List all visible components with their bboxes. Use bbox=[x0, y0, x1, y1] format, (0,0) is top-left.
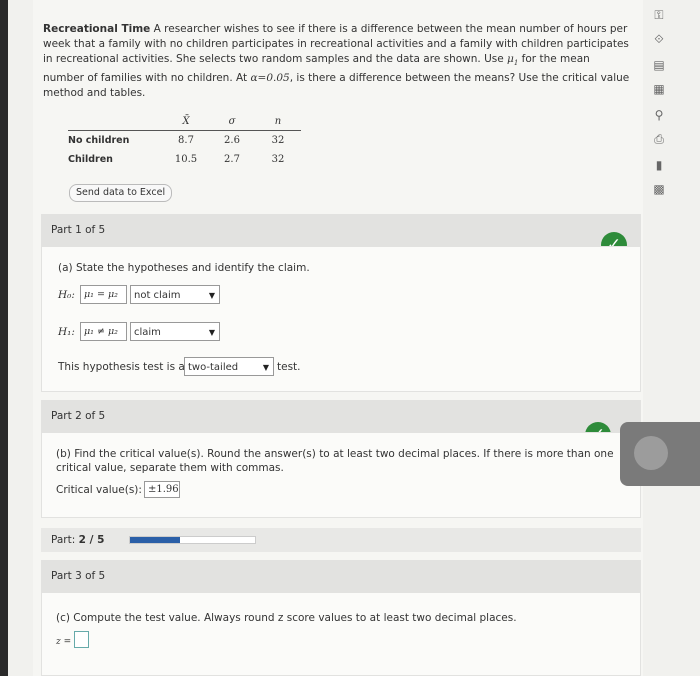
key-icon[interactable]: ⚿ bbox=[650, 6, 668, 24]
part1-question: (a) State the hypotheses and identify th… bbox=[58, 262, 310, 274]
progress-value: 2 / 5 bbox=[78, 534, 105, 546]
chevron-down-icon: ▼ bbox=[208, 328, 215, 337]
progress-label: Part: bbox=[51, 534, 76, 546]
progress-bar-row: Part: 2 / 5 bbox=[41, 528, 641, 552]
part3-body: (c) Compute the test value. Always round… bbox=[41, 592, 641, 676]
calculator-icon[interactable]: ▦ bbox=[650, 80, 668, 98]
send-to-excel-button[interactable]: Send data to Excel bbox=[69, 184, 173, 202]
critical-value-label: Critical value(s): bbox=[56, 484, 142, 496]
part2-header: Part 2 of 5 bbox=[41, 400, 641, 432]
assistive-touch-icon bbox=[634, 436, 668, 470]
eraser-icon[interactable]: ⟐ bbox=[650, 30, 668, 48]
floating-overlay-button[interactable] bbox=[620, 422, 700, 486]
part3-question: (c) Compute the test value. Always round… bbox=[56, 612, 517, 624]
alpha-value: α=0.05 bbox=[250, 72, 290, 85]
critical-value-answer[interactable]: ±1.96 bbox=[144, 481, 180, 498]
test-type-prefix: This hypothesis test is a bbox=[58, 361, 185, 373]
content-area: Recreational Time A researcher wishes to… bbox=[33, 0, 643, 676]
h0-label: H₀: bbox=[58, 289, 75, 301]
right-toolbar: ⚿ ⟐ ▤ ▦ ⚲ ⎙ ▮ ▩ bbox=[644, 0, 680, 200]
h1-expression-field[interactable]: μ₁ ≠ μ₂ bbox=[80, 322, 127, 341]
book-icon[interactable]: ▤ bbox=[650, 56, 668, 74]
header-xbar: X̄ bbox=[182, 115, 190, 127]
mu1-symbol: μ1 bbox=[507, 53, 519, 68]
table-row: No children 8.7 2.6 32 bbox=[68, 135, 285, 146]
z-value-input[interactable] bbox=[74, 631, 89, 648]
h1-claim-select[interactable]: claim ▼ bbox=[130, 322, 220, 341]
bar-chart-icon[interactable]: ▮ bbox=[650, 156, 668, 174]
table-icon[interactable]: ▩ bbox=[650, 180, 668, 198]
part3-header: Part 3 of 5 bbox=[41, 560, 641, 592]
header-sigma: σ bbox=[228, 115, 236, 127]
accessibility-icon[interactable]: ⚲ bbox=[650, 106, 668, 124]
progress-fill bbox=[130, 537, 180, 543]
part1-header: Part 1 of 5 bbox=[41, 214, 641, 246]
test-type-select[interactable]: two-tailed ▼ bbox=[184, 357, 274, 376]
header-n: n bbox=[274, 115, 282, 127]
print-icon[interactable]: ⎙ bbox=[650, 130, 668, 148]
problem-statement: Recreational Time A researcher wishes to… bbox=[43, 22, 633, 101]
h0-claim-select[interactable]: not claim ▼ bbox=[130, 285, 220, 304]
problem-title: Recreational Time bbox=[43, 23, 151, 35]
part2-question: (b) Find the critical value(s). Round th… bbox=[56, 448, 614, 474]
screen: Recreational Time A researcher wishes to… bbox=[8, 0, 700, 676]
chevron-down-icon: ▼ bbox=[208, 291, 215, 300]
h0-expression-field[interactable]: μ₁ = μ₂ bbox=[80, 285, 127, 304]
table-row: Children 10.5 2.7 32 bbox=[68, 154, 285, 165]
part1-body: (a) State the hypotheses and identify th… bbox=[41, 246, 641, 392]
chevron-down-icon: ▼ bbox=[262, 363, 269, 372]
z-label: z = bbox=[56, 637, 72, 647]
data-table: X̄ σ n No children 8.7 2.6 32 Children 1… bbox=[68, 112, 301, 169]
progress-track bbox=[129, 536, 256, 544]
test-type-suffix: test. bbox=[277, 361, 301, 373]
part2-body: (b) Find the critical value(s). Round th… bbox=[41, 432, 641, 518]
h1-label: H₁: bbox=[58, 326, 75, 338]
